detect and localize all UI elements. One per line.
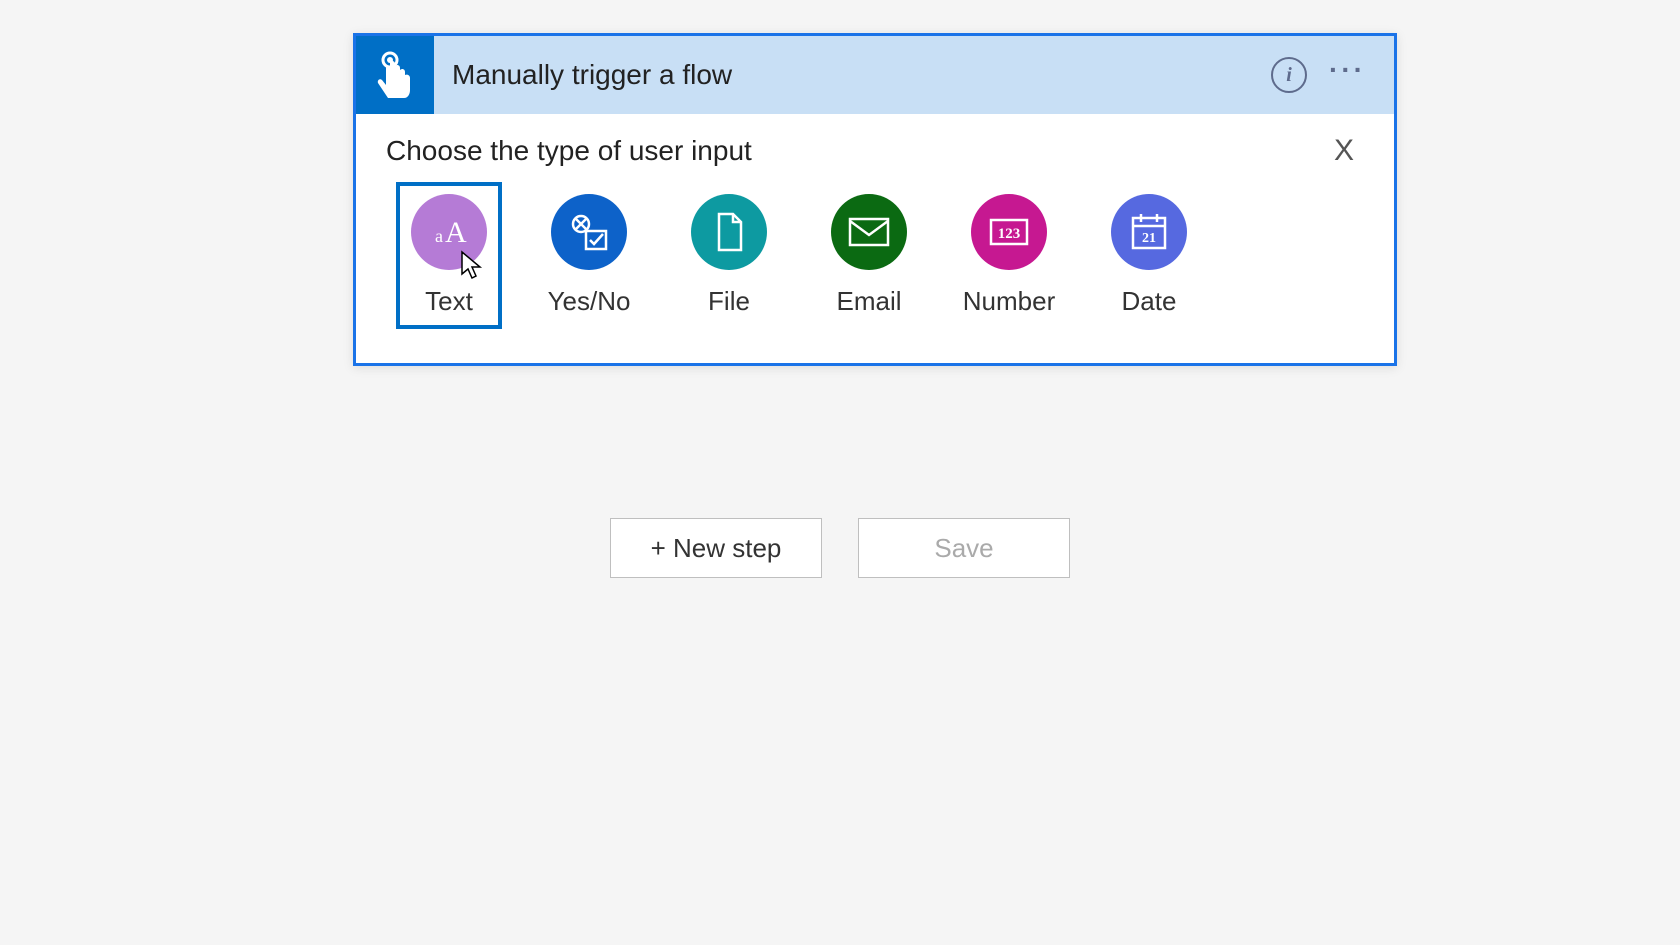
trigger-icon-box	[356, 36, 434, 114]
trigger-title: Manually trigger a flow	[434, 59, 1271, 91]
option-label-email: Email	[836, 286, 901, 317]
svg-text:21: 21	[1142, 231, 1156, 246]
svg-text:a: a	[435, 226, 443, 246]
date-icon: 21	[1111, 194, 1187, 270]
trigger-card: Manually trigger a flow i ··· Choose the…	[353, 33, 1397, 366]
input-type-email[interactable]: Email	[816, 182, 922, 329]
close-icon[interactable]: X	[1334, 134, 1364, 168]
new-step-button[interactable]: + New step	[610, 518, 822, 578]
info-icon[interactable]: i	[1271, 57, 1307, 93]
email-icon	[831, 194, 907, 270]
option-label-date: Date	[1122, 286, 1177, 317]
number-icon: 123	[971, 194, 1047, 270]
input-types-row: a A Text Yes/No	[386, 182, 1364, 329]
yesno-icon	[551, 194, 627, 270]
file-icon	[691, 194, 767, 270]
touch-icon	[374, 50, 416, 100]
input-type-date[interactable]: 21 Date	[1096, 182, 1202, 329]
svg-text:A: A	[445, 216, 467, 249]
body-header: Choose the type of user input X	[386, 134, 1364, 168]
option-label-file: File	[708, 286, 750, 317]
input-type-yesno[interactable]: Yes/No	[536, 182, 642, 329]
input-type-text[interactable]: a A Text	[396, 182, 502, 329]
text-icon: a A	[411, 194, 487, 270]
input-type-number[interactable]: 123 Number	[956, 182, 1062, 329]
input-type-file[interactable]: File	[676, 182, 782, 329]
option-label-text: Text	[425, 286, 473, 317]
body-title: Choose the type of user input	[386, 135, 752, 167]
option-label-number: Number	[963, 286, 1055, 317]
svg-text:123: 123	[998, 226, 1021, 242]
option-label-yesno: Yes/No	[548, 286, 631, 317]
trigger-body: Choose the type of user input X a A Text	[356, 114, 1394, 363]
save-button[interactable]: Save	[858, 518, 1070, 578]
trigger-header[interactable]: Manually trigger a flow i ···	[356, 36, 1394, 114]
action-buttons: + New step Save	[0, 518, 1680, 578]
more-icon[interactable]: ···	[1329, 65, 1366, 85]
